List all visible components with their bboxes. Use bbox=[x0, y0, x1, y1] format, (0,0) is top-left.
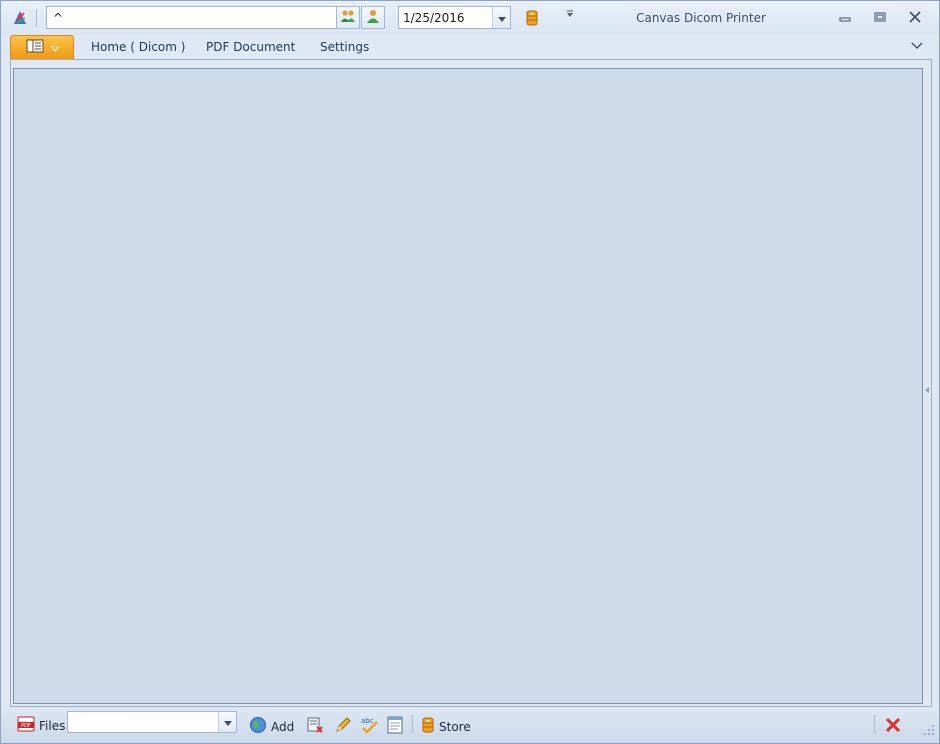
window-title: Canvas Dicom Printer bbox=[636, 11, 766, 25]
database-icon[interactable] bbox=[525, 9, 539, 27]
user-icon bbox=[365, 8, 381, 27]
files-combobox[interactable] bbox=[67, 711, 237, 733]
app-window: 1/25/2016 Canvas Dicom Printer bbox=[0, 0, 940, 744]
search-input[interactable] bbox=[46, 6, 337, 29]
resize-grip-icon[interactable] bbox=[923, 724, 935, 739]
chevron-down-icon bbox=[497, 11, 506, 25]
add-button[interactable]: Add bbox=[249, 716, 294, 737]
minimize-icon bbox=[839, 11, 851, 25]
ribbon-panel-frame bbox=[10, 59, 932, 707]
database-icon bbox=[421, 716, 435, 737]
group-users-button[interactable] bbox=[336, 6, 360, 29]
chevron-down-icon bbox=[223, 715, 232, 729]
svg-text:PDF: PDF bbox=[21, 723, 31, 729]
customize-toolbar-icon[interactable] bbox=[566, 10, 574, 21]
minimize-button[interactable] bbox=[833, 9, 857, 27]
tab-pdf-document[interactable]: PDF Document bbox=[206, 40, 295, 54]
spell-check-icon: abc bbox=[360, 717, 380, 737]
app-menu-icon bbox=[26, 39, 48, 56]
close-window-button[interactable] bbox=[903, 9, 927, 27]
app-menu-button[interactable] bbox=[10, 35, 74, 59]
tab-home-dicom[interactable]: Home ( Dicom ) bbox=[91, 40, 185, 54]
restore-icon bbox=[874, 11, 886, 25]
svg-text:abc: abc bbox=[361, 717, 374, 725]
globe-icon bbox=[249, 716, 267, 737]
remove-file-button[interactable] bbox=[306, 716, 324, 734]
close-icon bbox=[884, 717, 902, 737]
document-icon bbox=[386, 716, 404, 737]
files-label: Files bbox=[39, 718, 66, 733]
store-button[interactable]: Store bbox=[421, 716, 471, 737]
remove-file-icon bbox=[306, 717, 324, 737]
store-label: Store bbox=[439, 719, 471, 734]
side-panel-grip[interactable] bbox=[925, 382, 929, 396]
tab-settings[interactable]: Settings bbox=[320, 40, 369, 54]
group-users-icon bbox=[340, 8, 356, 27]
restore-button[interactable] bbox=[868, 9, 892, 27]
edit-button[interactable] bbox=[334, 716, 352, 734]
add-label: Add bbox=[271, 719, 295, 734]
pencil-icon bbox=[334, 717, 352, 737]
ribbon-tab-bar: Home ( Dicom ) PDF Document Settings bbox=[1, 35, 939, 59]
bottom-toolbar: PDF Files Add abc Store bbox=[1, 707, 939, 743]
files-dropdown-button[interactable] bbox=[218, 712, 236, 732]
toolbar-separator bbox=[874, 715, 875, 733]
date-value[interactable]: 1/25/2016 bbox=[403, 11, 465, 25]
close-icon bbox=[909, 10, 921, 26]
chevron-down-icon bbox=[49, 41, 60, 55]
title-bar: 1/25/2016 Canvas Dicom Printer bbox=[1, 1, 939, 35]
files-input[interactable] bbox=[68, 712, 218, 732]
document-button[interactable] bbox=[386, 716, 404, 734]
date-dropdown-button[interactable] bbox=[492, 7, 510, 28]
ribbon-collapse-icon[interactable] bbox=[911, 40, 923, 54]
user-button[interactable] bbox=[361, 6, 385, 29]
toolbar-separator bbox=[412, 715, 413, 733]
date-picker[interactable]: 1/25/2016 bbox=[398, 6, 511, 29]
toolbar-separator bbox=[36, 9, 37, 27]
spell-check-button[interactable]: abc bbox=[360, 716, 378, 734]
document-content-area[interactable] bbox=[13, 68, 923, 704]
files-label-group: PDF Files bbox=[17, 716, 65, 735]
app-logo-icon[interactable] bbox=[11, 9, 29, 27]
pdf-icon: PDF bbox=[17, 716, 35, 735]
cancel-button[interactable] bbox=[884, 716, 902, 734]
